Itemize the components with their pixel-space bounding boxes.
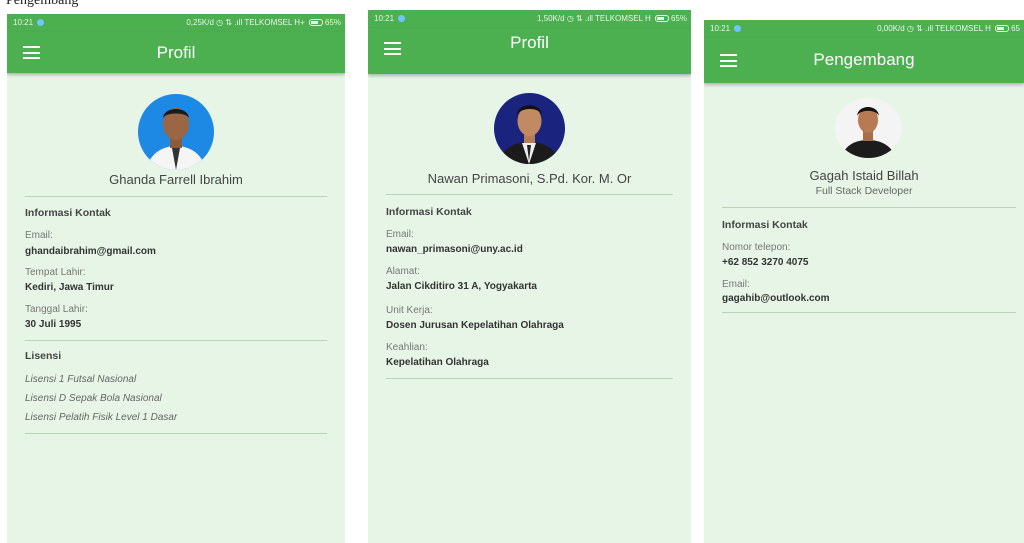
app-bar: Profil	[7, 32, 345, 73]
license-item: Lisensi Pelatih Fisik Level 1 Dasar	[25, 412, 178, 423]
battery-icon	[995, 25, 1010, 32]
notification-icon	[734, 25, 742, 32]
status-bar: 10:21 0,25K/d ◷ ⇅ .ıll TELKOMSEL H+ 65%	[7, 14, 345, 32]
birthdate-value: 30 Juli 1995	[25, 319, 82, 330]
status-indicators: 1,50K/d ◷ ⇅ .ıll TELKOMSEL H 65%	[537, 14, 687, 23]
birthdate-label: Tanggal Lahir:	[25, 304, 88, 315]
avatar	[494, 93, 565, 164]
status-time: 10:21	[374, 10, 406, 28]
status-time: 10:21	[13, 14, 45, 32]
status-bar: 10:21 1,50K/d ◷ ⇅ .ıll TELKOMSEL H 65%	[368, 10, 691, 28]
divider	[25, 340, 327, 341]
expertise-value: Kepelatihan Olahraga	[386, 357, 489, 368]
phone-label: Nomor telepon:	[722, 242, 791, 253]
phone-screen-profil-1: 10:21 0,25K/d ◷ ⇅ .ıll TELKOMSEL H+ 65% …	[7, 14, 345, 543]
phone-value: +62 852 3270 4075	[722, 257, 809, 268]
app-bar: Pengembang	[704, 38, 1024, 83]
page-title: Profil	[156, 43, 196, 62]
avatar	[138, 94, 214, 170]
birthplace-value: Kediri, Jawa Timur	[25, 282, 114, 293]
status-bar: 10:21 0,00K/d ◷ ⇅ .ıll TELKOMSEL H 65	[704, 20, 1024, 38]
work-unit-value: Dosen Jurusan Kepelatihan Olahraga	[386, 320, 564, 331]
profile-name: Nawan Primasoni, S.Pd. Kor. M. Or	[427, 171, 632, 186]
notification-icon	[37, 19, 45, 26]
divider	[722, 207, 1016, 208]
status-indicators: 0,25K/d ◷ ⇅ .ıll TELKOMSEL H+ 65%	[186, 18, 341, 27]
email-label: Email:	[386, 229, 414, 240]
address-label: Alamat:	[386, 266, 420, 277]
contact-section-title: Informasi Kontak	[25, 207, 111, 219]
address-value: Jalan Cikditiro 31 A, Yogyakarta	[386, 281, 537, 292]
phone-screen-profil-2: 10:21 1,50K/d ◷ ⇅ .ıll TELKOMSEL H 65% P…	[368, 10, 691, 543]
divider	[722, 312, 1016, 313]
birthplace-label: Tempat Lahir:	[25, 267, 86, 278]
email-label: Email:	[722, 279, 750, 290]
email-value: ghandaibrahim@gmail.com	[25, 246, 156, 257]
profile-role: Full Stack Developer	[815, 185, 913, 197]
divider	[386, 378, 673, 379]
license-item: Lisensi 1 Futsal Nasional	[25, 374, 137, 385]
contact-section-title: Informasi Kontak	[722, 219, 808, 231]
phone-screen-pengembang: 10:21 0,00K/d ◷ ⇅ .ıll TELKOMSEL H 65 Pe…	[704, 20, 1024, 543]
email-label: Email:	[25, 230, 53, 241]
page-title: Profil	[510, 33, 549, 52]
email-value: gagahib@outlook.com	[722, 293, 830, 304]
work-unit-label: Unit Kerja:	[386, 305, 433, 316]
profile-name: Ghanda Farrell Ibrahim	[109, 172, 243, 187]
battery-icon	[654, 15, 669, 22]
avatar	[835, 98, 902, 158]
divider	[25, 433, 327, 434]
divider	[386, 194, 673, 195]
battery-icon	[308, 19, 323, 26]
license-section-title: Lisensi	[25, 350, 62, 362]
expertise-label: Keahlian:	[386, 342, 428, 353]
figure-caption: Pengembang	[6, 0, 79, 8]
profile-name: Gagah Istaid Billah	[809, 168, 919, 183]
divider	[25, 196, 327, 197]
notification-icon	[398, 15, 406, 22]
status-time: 10:21	[710, 20, 742, 38]
email-value: nawan_primasoni@uny.ac.id	[386, 244, 523, 255]
license-item: Lisensi D Sepak Bola Nasional	[25, 393, 162, 404]
page-title: Pengembang	[813, 50, 915, 69]
contact-section-title: Informasi Kontak	[386, 206, 472, 218]
status-indicators: 0,00K/d ◷ ⇅ .ıll TELKOMSEL H 65	[877, 24, 1020, 33]
app-bar: Profil	[368, 28, 691, 74]
